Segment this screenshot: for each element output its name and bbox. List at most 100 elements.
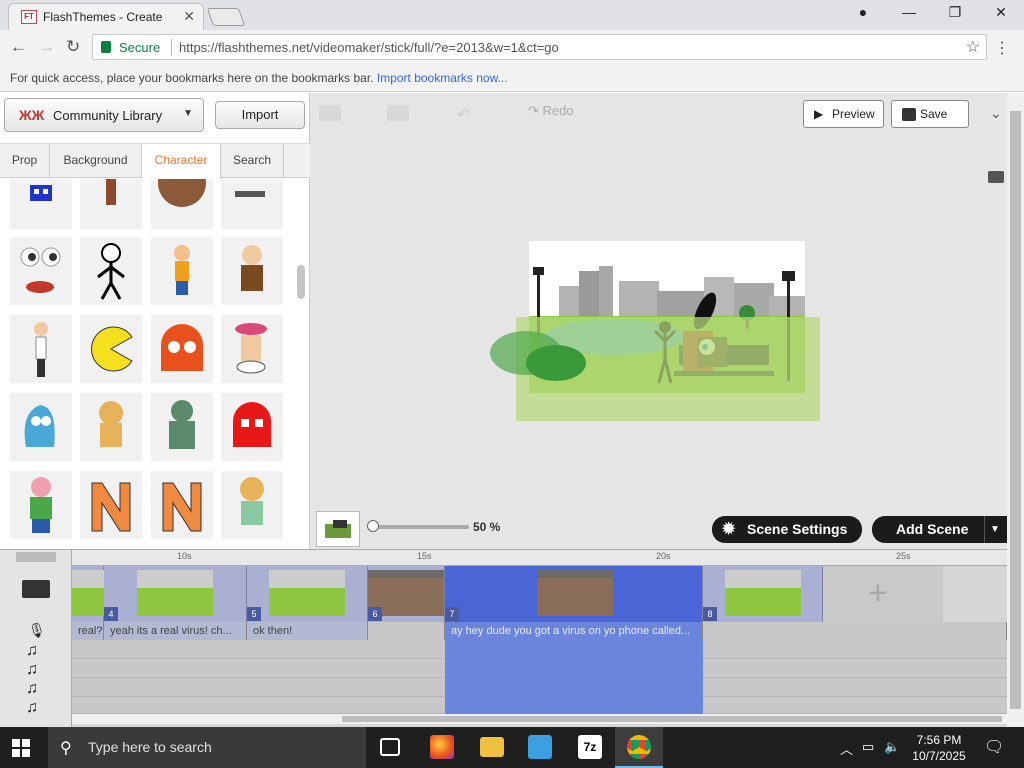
- save-button[interactable]: Save: [891, 100, 969, 128]
- forward-arrow-icon[interactable]: →: [38, 37, 55, 57]
- character-thumbnail[interactable]: [10, 315, 72, 383]
- character-thumbnail[interactable]: [151, 237, 213, 305]
- collapse-chevron-icon[interactable]: ⌄: [990, 105, 1002, 122]
- character-thumbnail[interactable]: [221, 315, 283, 383]
- profile-icon[interactable]: ●: [848, 4, 878, 20]
- paste-icon[interactable]: [387, 105, 409, 121]
- tab-character[interactable]: Character: [142, 144, 221, 179]
- taskbar-search-box[interactable]: ⚲ Type here to search: [48, 727, 366, 768]
- scene-thumbnail-toggle[interactable]: [316, 511, 360, 547]
- add-scene-placeholder[interactable]: +: [823, 566, 943, 622]
- preview-label: Preview: [832, 107, 875, 121]
- notifications-icon[interactable]: 🗨: [984, 737, 1004, 757]
- timeline-ruler[interactable]: 10s 15s 20s 25s: [72, 550, 1007, 566]
- add-scene-button[interactable]: Add Scene ▼: [872, 516, 1012, 543]
- 7zip-icon[interactable]: 7z: [578, 735, 602, 759]
- back-arrow-icon[interactable]: ←: [10, 37, 27, 57]
- zoom-level: 50 %: [473, 520, 501, 534]
- show-hidden-icons-chevron-icon[interactable]: ︿: [840, 739, 853, 758]
- dialogue-clip[interactable]: real?: [72, 622, 104, 640]
- windows-start-icon[interactable]: [12, 739, 30, 757]
- tab-close-icon[interactable]: ✕: [183, 8, 195, 25]
- close-window-button[interactable]: ✕: [986, 4, 1016, 21]
- character-thumbnail[interactable]: [10, 237, 72, 305]
- tab-prop[interactable]: Prop: [0, 144, 50, 178]
- timeline-scene-selected[interactable]: 7: [445, 566, 703, 622]
- redo-button[interactable]: ↷ Redo: [528, 103, 574, 119]
- ruler-label: 20s: [656, 551, 671, 561]
- music-note-icon: ♫: [26, 680, 38, 697]
- zoom-slider-handle[interactable]: [367, 520, 379, 532]
- task-view-icon[interactable]: [380, 738, 400, 756]
- url-text[interactable]: https://flashthemes.net/videomaker/stick…: [179, 40, 559, 55]
- character-thumbnail[interactable]: [80, 471, 142, 539]
- character-thumbnail[interactable]: [80, 393, 142, 461]
- file-explorer-icon[interactable]: [480, 737, 504, 757]
- timeline: 🎙 ♫ ♫ ♫ ♫ 10s 15s 20s 25s 4 5 6 7 8 + re…: [0, 549, 1007, 728]
- camera-icon[interactable]: [988, 171, 1004, 183]
- character-thumbnail[interactable]: [80, 237, 142, 305]
- page-scrollbar-thumb[interactable]: [1010, 111, 1021, 709]
- tab-search[interactable]: Search: [221, 144, 284, 178]
- add-scene-dropdown-icon[interactable]: ▼: [990, 516, 1000, 543]
- dialogue-clip[interactable]: [368, 622, 445, 640]
- character-thumbnail[interactable]: [151, 393, 213, 461]
- character-thumbnail[interactable]: [221, 237, 283, 305]
- library-scrollbar[interactable]: [297, 185, 305, 547]
- network-icon[interactable]: ▭: [862, 739, 874, 755]
- timeline-scene[interactable]: 6: [368, 566, 445, 622]
- undo-icon[interactable]: ↶: [457, 105, 479, 124]
- bookmarks-message: For quick access, place your bookmarks h…: [10, 71, 374, 85]
- dialogue-clip[interactable]: [703, 622, 1007, 640]
- page-scrollbar[interactable]: [1007, 93, 1024, 727]
- character-thumbnail[interactable]: [151, 471, 213, 539]
- restore-button[interactable]: ❐: [940, 4, 970, 21]
- timeline-scene[interactable]: 8: [703, 566, 823, 622]
- browser-tab-strip: FT FlashThemes - Create ✕ ● — ❐ ✕: [0, 0, 1024, 30]
- dialogue-clip-selected[interactable]: ay hey dude you got a virus on yo phone …: [445, 622, 703, 640]
- taskbar-clock[interactable]: 7:56 PM 10/7/2025: [906, 732, 972, 764]
- dialogue-clip[interactable]: ok then!: [247, 622, 368, 640]
- character-thumbnail[interactable]: [151, 179, 213, 229]
- zoom-slider-track[interactable]: [371, 525, 469, 529]
- character-thumbnail[interactable]: [80, 179, 142, 229]
- app-icon[interactable]: [528, 735, 552, 759]
- add-scene-label: Add Scene: [896, 521, 969, 537]
- library-selector[interactable]: ЖЖ Community Library ▼: [4, 98, 204, 132]
- timeline-scene[interactable]: 4: [104, 566, 247, 622]
- library-scrollbar-thumb[interactable]: [297, 265, 305, 299]
- browser-tab[interactable]: FT FlashThemes - Create ✕: [8, 3, 204, 30]
- import-button[interactable]: Import: [215, 101, 305, 129]
- new-tab-button[interactable]: [206, 8, 246, 26]
- character-thumbnail[interactable]: [221, 179, 283, 229]
- timeline-scene[interactable]: 5: [247, 566, 368, 622]
- scene-thumbnail: [725, 570, 801, 616]
- scene-settings-button[interactable]: ✹ Scene Settings: [712, 516, 862, 543]
- character-thumbnail[interactable]: [221, 393, 283, 461]
- import-bookmarks-link[interactable]: Import bookmarks now...: [377, 71, 508, 85]
- character-thumbnail[interactable]: [151, 315, 213, 383]
- character-thumbnail[interactable]: [10, 179, 72, 229]
- reload-icon[interactable]: ↻: [66, 37, 80, 57]
- chrome-taskbar-button[interactable]: [615, 727, 663, 768]
- ruler-label: 10s: [177, 551, 192, 561]
- timeline-scene[interactable]: [72, 566, 104, 622]
- browser-menu-icon[interactable]: ⋮: [994, 38, 1010, 58]
- timeline-scrollbar-thumb[interactable]: [342, 716, 1002, 722]
- character-thumbnail[interactable]: [80, 315, 142, 383]
- character-thumbnail[interactable]: [221, 471, 283, 539]
- address-bar[interactable]: Secure https://flashthemes.net/videomake…: [92, 34, 987, 60]
- copy-icon[interactable]: [319, 105, 341, 121]
- bookmark-star-icon[interactable]: ☆: [966, 37, 980, 57]
- minimize-button[interactable]: —: [894, 4, 924, 20]
- preview-button[interactable]: ▶ Preview: [803, 100, 884, 128]
- character-thumbnail[interactable]: [10, 471, 72, 539]
- dialogue-clip[interactable]: yeah its a real virus! ch...: [104, 622, 247, 640]
- tab-background[interactable]: Background: [50, 144, 142, 178]
- firefox-icon[interactable]: [430, 735, 454, 759]
- character-thumbnail[interactable]: [10, 393, 72, 461]
- timeline-scrollbar[interactable]: [72, 714, 1007, 724]
- volume-muted-icon[interactable]: 🔈: [884, 739, 900, 755]
- timeline-zoom-icon[interactable]: [16, 552, 56, 562]
- windows-taskbar: ⚲ Type here to search 7z ︿ ▭ 🔈 7:56 PM 1…: [0, 727, 1024, 768]
